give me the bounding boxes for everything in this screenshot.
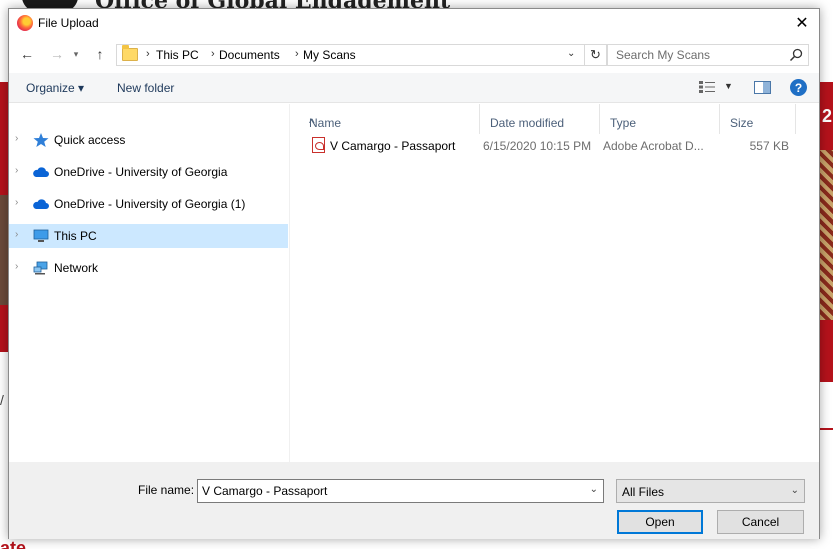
back-button[interactable]: ← (18, 45, 36, 63)
background-slash: / (0, 392, 4, 408)
cancel-button[interactable]: Cancel (717, 510, 804, 534)
title-bar: File Upload ✕ (9, 9, 819, 37)
refresh-button[interactable]: ↻ (585, 44, 607, 66)
chevron-right-icon: › (295, 48, 299, 60)
file-date: 6/15/2020 10:15 PM (483, 139, 592, 153)
search-input[interactable] (608, 45, 786, 65)
new-folder-button[interactable]: New folder (117, 81, 174, 95)
file-name-field: ⌄ (197, 479, 604, 503)
background-photo-right (820, 150, 833, 320)
help-button[interactable]: ? (790, 79, 807, 96)
address-bar[interactable]: › This PC › Documents › My Scans ⌄ (116, 44, 585, 66)
nav-item-onedrive[interactable]: › OneDrive - University of Georgia (9, 160, 288, 184)
navigation-pane: › Quick access › OneDrive - University o… (9, 104, 290, 462)
chevron-down-icon: ⌄ (790, 485, 799, 496)
column-header-date-modified[interactable]: Date modified (480, 104, 600, 134)
chevron-right-icon[interactable]: › (15, 261, 18, 272)
pdf-icon (312, 137, 325, 153)
column-header-label: Date modified (490, 116, 565, 130)
close-button[interactable]: ✕ (785, 9, 819, 37)
background-bottom-text: ate (0, 538, 27, 549)
star-icon (33, 133, 49, 147)
nav-item-quick-access[interactable]: › Quick access (9, 128, 288, 152)
nav-item-onedrive-1[interactable]: › OneDrive - University of Georgia (1) (9, 192, 288, 216)
file-type: Adobe Acrobat D... (603, 139, 704, 153)
nav-item-network[interactable]: › Network (9, 256, 288, 280)
dialog-footer: File name: ⌄ All Files ⌄ Open Cancel (9, 462, 819, 539)
view-dropdown-icon[interactable]: ▼ (724, 81, 733, 91)
chevron-right-icon: › (211, 48, 215, 60)
network-icon (33, 261, 48, 275)
arrow-up-icon: ↑ (96, 46, 104, 62)
chevron-right-icon[interactable]: › (15, 165, 18, 176)
organize-button[interactable]: Organize ▾ (26, 81, 84, 95)
column-header-label: Size (730, 116, 754, 130)
nav-item-label: Quick access (54, 133, 126, 147)
help-icon: ? (794, 80, 803, 95)
nav-item-label: Network (54, 261, 99, 275)
folder-icon (122, 45, 138, 61)
file-name-label: File name: (138, 483, 195, 497)
file-name-input[interactable] (198, 480, 578, 502)
nav-item-label: OneDrive - University of Georgia (54, 165, 228, 179)
address-dropdown-icon[interactable]: ⌄ (567, 48, 575, 59)
recent-locations-button[interactable]: ▾ (71, 45, 81, 63)
preview-pane-icon[interactable] (754, 81, 771, 94)
file-type-filter[interactable]: All Files ⌄ (616, 479, 805, 503)
file-type-filter-value: All Files (622, 485, 665, 499)
file-size: 557 KB (749, 139, 789, 153)
nav-item-this-pc[interactable]: › This PC (9, 224, 288, 248)
dialog-title: File Upload (38, 16, 99, 30)
chevron-down-icon: ▾ (73, 48, 79, 59)
forward-button[interactable]: → (48, 45, 66, 63)
chevron-down-icon[interactable]: ⌄ (590, 484, 598, 495)
firefox-icon (17, 15, 33, 31)
nav-item-label: OneDrive - University of Georgia (1) (54, 197, 246, 211)
open-button[interactable]: Open (617, 510, 703, 534)
close-icon: ✕ (795, 15, 809, 32)
chevron-right-icon[interactable]: › (15, 133, 18, 144)
command-bar: Organize ▾ New folder ▼ ? (9, 73, 819, 103)
computer-icon (33, 229, 49, 242)
up-button[interactable]: ↑ (91, 45, 109, 63)
file-row[interactable]: V Camargo - Passaport 6/15/2020 10:15 PM… (291, 134, 819, 156)
chevron-right-icon[interactable]: › (15, 229, 18, 240)
search-icon[interactable] (788, 47, 804, 63)
arrow-left-icon: ← (20, 46, 34, 62)
column-header-name[interactable]: ^ Name (299, 104, 480, 134)
refresh-icon: ↻ (590, 47, 601, 62)
cloud-icon (33, 199, 49, 209)
column-header-label: Name (309, 116, 342, 130)
background-divider (820, 428, 833, 430)
file-name: V Camargo - Passaport (330, 139, 456, 153)
navigation-bar: ← → ▾ ↑ › This PC › Documents › My Scans… (9, 43, 819, 67)
view-options-icon[interactable] (699, 81, 715, 93)
column-header-label: Type (610, 116, 637, 130)
breadcrumb-my-scans[interactable]: My Scans (303, 48, 356, 62)
file-upload-dialog: File Upload ✕ ← → ▾ ↑ › This PC › Docume… (8, 8, 820, 539)
cloud-icon (33, 167, 49, 177)
breadcrumb-this-pc[interactable]: This PC (156, 48, 199, 62)
chevron-right-icon: › (146, 48, 150, 60)
chevron-right-icon[interactable]: › (15, 197, 18, 208)
nav-item-label: This PC (54, 229, 97, 243)
file-list: ^ Name Date modified Type Size V Camargo… (291, 104, 819, 462)
search-box (607, 44, 809, 66)
background-right-number: 2 (822, 106, 833, 126)
column-header-size[interactable]: Size (720, 104, 796, 134)
breadcrumb-documents[interactable]: Documents (219, 48, 280, 62)
arrow-right-icon: → (50, 46, 64, 62)
column-header-type[interactable]: Type (600, 104, 720, 134)
